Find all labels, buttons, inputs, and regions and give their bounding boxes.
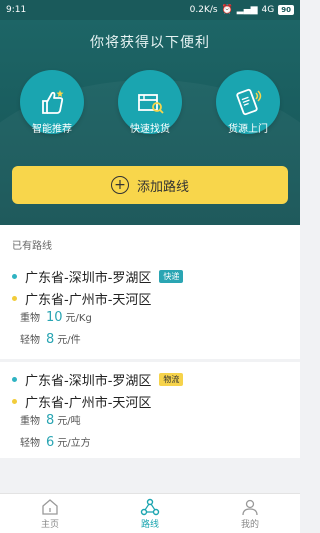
heavy-price: 10 [46, 310, 63, 325]
route-destination: 广东省-广州市-天河区 [12, 390, 288, 412]
heavy-label: 重物 [20, 313, 40, 324]
light-price-row: 轻物 8 元/件 [12, 331, 288, 353]
benefit-label: 货源上门 [228, 124, 268, 135]
light-price: 6 [46, 435, 55, 450]
section-title: 已有路线 [0, 225, 300, 259]
route-origin: 广东省-深圳市-罗湖区 快递 [12, 265, 288, 287]
route-destination: 广东省-广州市-天河区 [12, 287, 288, 309]
add-route-button[interactable]: + 添加路线 [12, 166, 288, 204]
plus-icon: + [110, 176, 129, 194]
light-label: 轻物 [20, 438, 40, 449]
heavy-unit: 元/吨 [57, 416, 81, 427]
heavy-price-row: 重物 10 元/Kg [12, 309, 288, 331]
signal-icon: ▂▄▆ [236, 5, 258, 15]
light-unit: 元/件 [57, 335, 81, 346]
route-card[interactable]: 广东省-深圳市-罗湖区 快递 广东省-广州市-天河区 重物 10 元/Kg 轻物… [0, 259, 300, 359]
light-label: 轻物 [20, 335, 40, 346]
home-icon [42, 498, 58, 515]
origin-dot-icon [12, 376, 17, 382]
benefit-door-pickup[interactable]: 货源上门 [208, 70, 288, 135]
light-price: 8 [46, 332, 55, 347]
heavy-label: 重物 [20, 416, 40, 427]
origin-text: 广东省-深圳市-罗湖区 [25, 270, 152, 286]
benefit-smart-recommend[interactable]: 智能推荐 [12, 70, 92, 135]
origin-dot-icon [12, 273, 17, 279]
destination-dot-icon [12, 398, 17, 404]
nav-home[interactable]: 主页 [0, 494, 100, 533]
benefit-label: 智能推荐 [32, 124, 72, 135]
status-indicators: 0.2K/s ⏰ ▂▄▆ 4G 90 [190, 5, 294, 15]
light-price-row: 轻物 6 元/立方 [12, 434, 288, 456]
heavy-price: 8 [46, 413, 55, 428]
nav-routes-label: 路线 [140, 519, 159, 530]
destination-text: 广东省-广州市-天河区 [25, 292, 152, 308]
route-card[interactable]: 广东省-深圳市-罗湖区 物流 广东省-广州市-天河区 重物 8 元/吨 轻物 6… [0, 362, 300, 458]
route-nodes-icon [140, 498, 160, 515]
bottom-navigation: 主页 路线 我的 [0, 493, 300, 533]
destination-text: 广东省-广州市-天河区 [25, 395, 152, 411]
service-tag: 物流 [159, 372, 184, 386]
benefit-fast-find[interactable]: 快速找货 [110, 70, 190, 135]
service-tag: 快递 [159, 269, 184, 283]
network-speed: 0.2K/s [189, 5, 218, 15]
benefit-label: 快速找货 [130, 124, 170, 135]
battery-icon: 90 [278, 5, 294, 15]
origin-text: 广东省-深圳市-罗湖区 [25, 373, 152, 389]
nav-mine-label: 我的 [240, 519, 259, 530]
network-type: 4G [261, 5, 275, 15]
light-unit: 元/立方 [57, 438, 91, 449]
destination-dot-icon [12, 295, 17, 301]
nav-mine[interactable]: 我的 [200, 494, 300, 533]
nav-routes[interactable]: 路线 [100, 494, 200, 533]
user-icon [242, 499, 258, 515]
hero-title: 你将获得以下便利 [90, 35, 210, 51]
benefits-hero: 你将获得以下便利 智能推荐 快速找货 货源上门 + 添加路线 [0, 20, 300, 225]
alarm-icon: ⏰ [221, 5, 233, 15]
add-route-label: 添加路线 [136, 179, 189, 195]
status-bar: 9:11 0.2K/s ⏰ ▂▄▆ 4G 90 [0, 0, 300, 20]
status-time: 9:11 [6, 5, 27, 15]
heavy-unit: 元/Kg [65, 313, 92, 324]
nav-home-label: 主页 [40, 519, 59, 530]
heavy-price-row: 重物 8 元/吨 [12, 412, 288, 434]
route-origin: 广东省-深圳市-罗湖区 物流 [12, 368, 288, 390]
